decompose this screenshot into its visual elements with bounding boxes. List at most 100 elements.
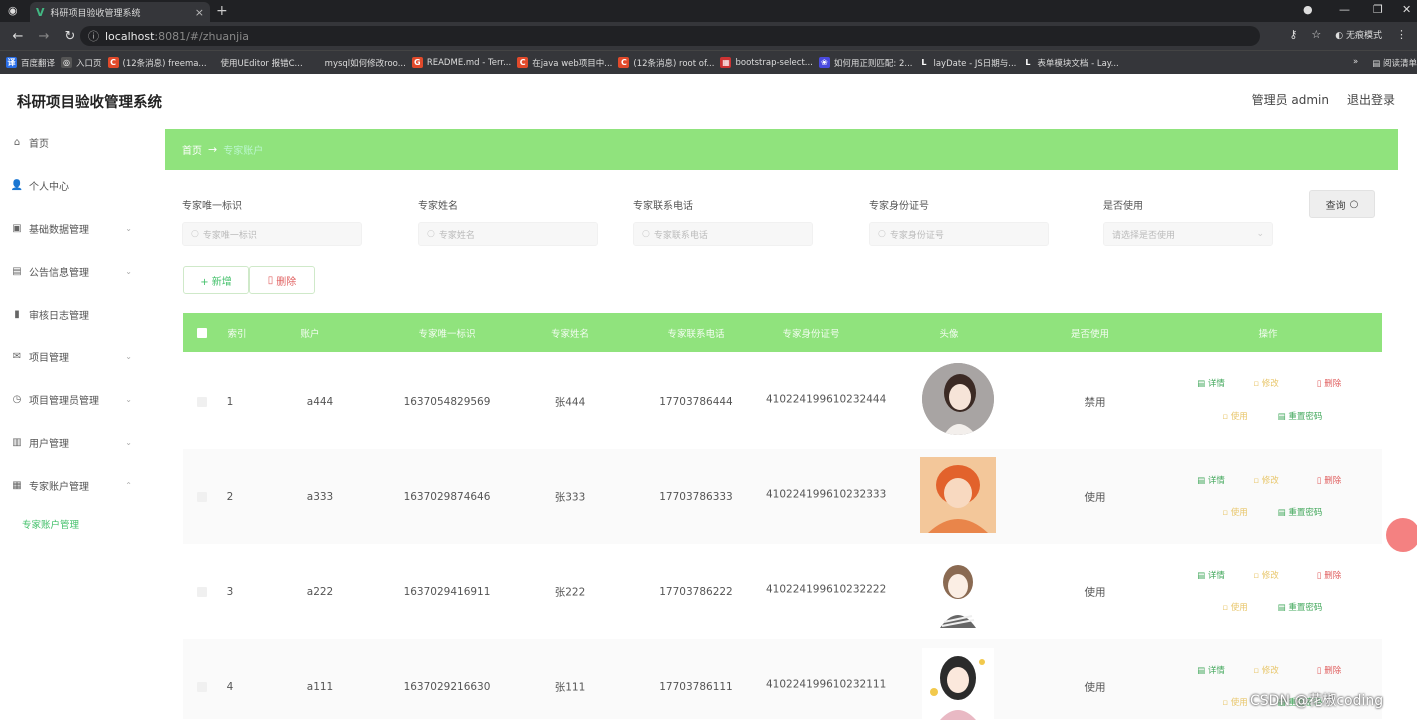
detail-button[interactable]: ▤ 详情 xyxy=(1197,377,1225,389)
delete-button[interactable]: ▯ 删除 xyxy=(249,266,315,294)
search-input-name[interactable]: ○ 专家姓名 xyxy=(418,222,598,246)
bookmark-item[interactable]: C 在java web项目中... xyxy=(517,57,612,69)
close-window-icon[interactable]: ✕ xyxy=(1402,3,1411,16)
sidebar-item-notice[interactable]: ▤ 公告信息管理 ⌄ xyxy=(10,261,140,281)
add-button[interactable]: + 新增 xyxy=(183,266,249,294)
bookmark-label: 表单模块文档 - Lay... xyxy=(1037,58,1119,69)
edit-button[interactable]: ▫ 修改 xyxy=(1253,569,1278,581)
incognito-indicator[interactable]: ◐ 无痕模式 xyxy=(1335,28,1382,41)
sidebar-item-label: 基础数据管理 xyxy=(29,224,89,236)
op-label: 详情 xyxy=(1207,476,1225,486)
sidebar-item-home[interactable]: ⌂ 首页 xyxy=(10,132,140,152)
edit-button[interactable]: ▫ 修改 xyxy=(1253,377,1278,389)
search-label-idcard: 专家身份证号 xyxy=(869,201,929,212)
key-icon[interactable]: ⚷ xyxy=(1289,28,1297,41)
cell-uid: 1637029874646 xyxy=(403,491,491,503)
bookmark-item[interactable]: C (12条消息) freema... xyxy=(107,57,207,69)
placeholder: 请选择是否使用 xyxy=(1112,230,1176,241)
status-select[interactable]: 请选择是否使用 ⌄ xyxy=(1103,222,1273,246)
sidebar-item-users[interactable]: ▥ 用户管理 ⌄ xyxy=(10,432,140,452)
minimize-icon[interactable]: — xyxy=(1339,3,1350,16)
use-button[interactable]: ▫ 使用 xyxy=(1222,601,1247,613)
browser-tab[interactable]: V 科研项目验收管理系统 × xyxy=(30,2,210,22)
sidebar-item-experts[interactable]: ▦ 专家账户管理 ⌃ xyxy=(10,475,140,495)
home-icon: ⌂ xyxy=(13,136,21,148)
bookmark-item[interactable]: ◎ 入口页 xyxy=(61,57,102,69)
row-delete-button[interactable]: ▯ 删除 xyxy=(1317,664,1341,676)
reset-password-button[interactable]: ▤ 重置密码 xyxy=(1278,601,1323,613)
breadcrumb-home[interactable]: 首页 xyxy=(182,142,202,157)
maximize-icon[interactable]: ❐ xyxy=(1373,3,1383,16)
search-label-status: 是否使用 xyxy=(1103,201,1143,212)
reset-password-button[interactable]: ▤ 重置密码 xyxy=(1278,410,1323,422)
new-tab-icon[interactable]: + xyxy=(216,3,228,19)
bookmark-item[interactable]: LlayDate - JS日期与... xyxy=(918,57,1016,69)
reading-list[interactable]: ▤ 阅读清单 xyxy=(1372,57,1417,69)
detail-button[interactable]: ▤ 详情 xyxy=(1197,569,1225,581)
cursor-highlight xyxy=(1386,518,1417,552)
bookmarks-more-icon[interactable]: » xyxy=(1353,57,1358,69)
forward-icon[interactable]: → xyxy=(36,29,52,44)
row-delete-button[interactable]: ▯ 删除 xyxy=(1317,569,1341,581)
th-account: 账户 xyxy=(300,329,320,340)
cell-name: 张444 xyxy=(554,396,586,409)
star-icon[interactable]: ☆ xyxy=(1311,28,1321,41)
sidebar-subitem-expert-accounts[interactable]: 专家账户管理 xyxy=(22,517,79,531)
search-input-uid[interactable]: ○ 专家唯一标识 xyxy=(182,222,362,246)
op-label: 修改 xyxy=(1261,379,1279,389)
row-delete-button[interactable]: ▯ 删除 xyxy=(1317,474,1341,486)
row-checkbox[interactable] xyxy=(197,587,207,597)
chevron-down-icon: ⌄ xyxy=(125,394,132,404)
query-button[interactable]: 查询 ○ xyxy=(1309,190,1375,218)
vue-favicon-icon: V xyxy=(36,5,45,19)
op-label: 删除 xyxy=(1324,379,1342,389)
use-button[interactable]: ▫ 使用 xyxy=(1222,410,1247,422)
row-checkbox[interactable] xyxy=(197,397,207,407)
cell-idcard: 410224199610232333 xyxy=(766,488,887,501)
reload-icon[interactable]: ↻ xyxy=(62,29,78,44)
logout-link[interactable]: 退出登录 xyxy=(1347,91,1395,108)
tab-close-icon[interactable]: × xyxy=(195,6,204,19)
sidebar-item-basic-data[interactable]: ▣ 基础数据管理 ⌄ xyxy=(10,218,140,238)
search-input-phone[interactable]: ○ 专家联系电话 xyxy=(633,222,813,246)
browser-menu-icon[interactable]: ◉ xyxy=(8,4,18,17)
edit-button[interactable]: ▫ 修改 xyxy=(1253,664,1278,676)
row-delete-button[interactable]: ▯ 删除 xyxy=(1317,377,1341,389)
edit-button[interactable]: ▫ 修改 xyxy=(1253,474,1278,486)
bookmark-item[interactable]: 译百度翻译 xyxy=(6,57,55,69)
bookmark-label: (12条消息) freema... xyxy=(122,58,207,69)
row-checkbox[interactable] xyxy=(197,682,207,692)
sidebar-item-projects[interactable]: ✉ 项目管理 ⌄ xyxy=(10,346,140,366)
bookmark-item[interactable]: mysql如何修改roo... xyxy=(325,57,406,69)
th-name: 专家姓名 xyxy=(550,329,590,340)
bookmark-item[interactable]: ❀ 如何用正则匹配: 2... xyxy=(818,57,912,69)
profile-icon[interactable]: ● xyxy=(1303,3,1313,16)
row-checkbox[interactable] xyxy=(197,492,207,502)
op-label: 修改 xyxy=(1261,666,1279,676)
sidebar-item-profile[interactable]: 👤 个人中心 xyxy=(10,175,140,195)
url-field[interactable]: ⓘ localhost :8081/#/zhuanjia xyxy=(80,26,1260,46)
detail-button[interactable]: ▤ 详情 xyxy=(1197,474,1225,486)
use-button[interactable]: ▫ 使用 xyxy=(1222,506,1247,518)
bookmark-item[interactable]: C (12条消息) root of... xyxy=(618,57,714,69)
bookmark-label: 百度翻译 xyxy=(21,58,56,69)
detail-button[interactable]: ▤ 详情 xyxy=(1197,664,1225,676)
back-icon[interactable]: ← xyxy=(10,29,26,44)
bookmark-item[interactable]: G README.md - Terr... xyxy=(411,57,511,68)
avatar xyxy=(922,648,994,720)
more-menu-icon[interactable]: ⋮ xyxy=(1396,28,1407,41)
sidebar-item-audit-log[interactable]: ▮ 审核日志管理 xyxy=(10,304,140,324)
placeholder: 专家唯一标识 xyxy=(202,230,257,241)
bookmark-item[interactable]: ▦ bootstrap-select... xyxy=(720,57,813,68)
bookmark-item[interactable]: L 表单模块文档 - Lay... xyxy=(1022,57,1118,69)
info-icon: ⓘ xyxy=(88,30,99,43)
table-row: 2 a333 1637029874646 张333 17703786333 41… xyxy=(183,449,1382,544)
bookmark-label: 在java web项目中... xyxy=(532,58,613,69)
bookmark-item[interactable]: 使用UEditor 报错C... xyxy=(221,57,303,69)
select-all-checkbox[interactable] xyxy=(197,328,207,338)
search-input-idcard[interactable]: ○ 专家身份证号 xyxy=(869,222,1049,246)
reset-password-button[interactable]: ▤ 重置密码 xyxy=(1278,506,1323,518)
use-button[interactable]: ▫ 使用 xyxy=(1222,696,1247,708)
sidebar-item-project-admins[interactable]: ◷ 项目管理员管理 ⌄ xyxy=(10,389,140,409)
op-label: 重置密码 xyxy=(1288,508,1323,518)
